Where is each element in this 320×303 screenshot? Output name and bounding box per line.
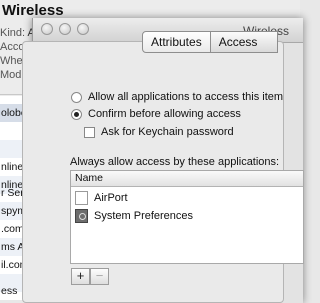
ask-password-option[interactable]: Ask for Keychain password: [84, 126, 234, 138]
name-column-label: Name: [75, 172, 104, 184]
close-window-button[interactable]: [41, 23, 53, 35]
meta-key: Kind:: [0, 27, 26, 39]
table-row[interactable]: System Preferences: [71, 207, 303, 225]
app-name: AirPort: [94, 192, 128, 204]
allow-all-option[interactable]: Allow all applications to access this it…: [71, 91, 283, 103]
name-column-header[interactable]: Name: [71, 171, 303, 187]
confirm-option[interactable]: Confirm before allowing access: [71, 108, 241, 120]
app-name: System Preferences: [94, 210, 194, 222]
tab-access[interactable]: Access: [210, 31, 279, 53]
remove-app-button[interactable]: −: [90, 268, 109, 285]
confirm-radio[interactable]: [71, 108, 82, 120]
background-item-title: Wireless: [2, 2, 64, 19]
tab-bar: Attributes Access: [142, 31, 279, 53]
ask-password-checkbox[interactable]: [84, 126, 95, 138]
zoom-window-button[interactable]: [77, 23, 89, 35]
ask-password-label: Ask for Keychain password: [101, 126, 234, 138]
allow-all-label: Allow all applications to access this it…: [88, 91, 284, 103]
allowed-apps-table[interactable]: Name AirPort System Preferences: [70, 170, 304, 264]
document-icon: [75, 191, 88, 205]
system-preferences-icon: [75, 209, 88, 223]
table-row[interactable]: AirPort: [71, 189, 303, 207]
meta-kind: Kind: A: [0, 27, 35, 39]
confirm-label: Confirm before allowing access: [88, 108, 241, 120]
tab-attributes[interactable]: Attributes: [142, 31, 211, 53]
minimize-window-button[interactable]: [59, 23, 71, 35]
allow-all-radio[interactable]: [71, 91, 82, 103]
add-app-button[interactable]: +: [71, 268, 90, 285]
allowed-apps-label: Always allow access by these application…: [70, 156, 280, 168]
